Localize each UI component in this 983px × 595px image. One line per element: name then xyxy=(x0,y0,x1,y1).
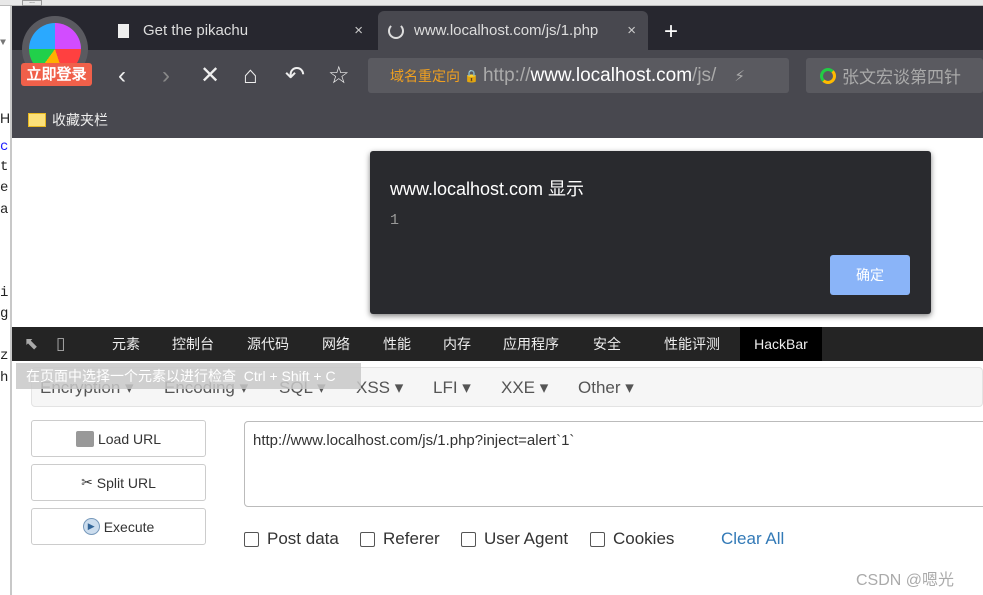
tab-get-the-pikachu[interactable]: Get the pikachu × xyxy=(118,11,373,50)
devtools-tab[interactable]: 控制台 xyxy=(172,327,214,361)
menu-other[interactable]: Other ▾ xyxy=(578,378,634,398)
tab-title: www.localhost.com/js/1.php xyxy=(414,22,599,39)
execute-button[interactable]: ▶ Execute xyxy=(31,508,206,545)
redirect-label: 域名重定向 xyxy=(390,67,460,84)
devtools-tab[interactable]: 元素 xyxy=(112,327,140,361)
loading-icon xyxy=(388,22,404,39)
inspect-element-icon[interactable]: ⬉ xyxy=(24,327,38,361)
bg-char: He xyxy=(0,110,11,126)
scissors-icon: ✂ xyxy=(81,474,93,490)
login-button[interactable]: 立即登录 xyxy=(21,63,92,86)
bg-char: i xyxy=(0,285,9,301)
forward-icon[interactable]: › xyxy=(162,62,170,90)
bg-char: ▼ xyxy=(0,38,7,49)
dialog-title: www.localhost.com 显示 xyxy=(390,179,585,199)
undo-icon[interactable]: ↶ xyxy=(285,62,305,90)
devtools-tab[interactable]: 性能 xyxy=(383,327,411,361)
devtools-tab[interactable]: 性能评测 xyxy=(664,327,720,361)
device-toggle-icon[interactable]: ▯ xyxy=(56,327,65,361)
inspect-tooltip: 在页面中选择一个元素以进行检查 Ctrl + Shift + C xyxy=(16,363,361,389)
document-icon xyxy=(118,23,129,38)
clear-all-link[interactable]: Clear All xyxy=(721,529,784,549)
devtools-tab[interactable]: 安全 xyxy=(593,327,621,361)
search-logo-icon xyxy=(820,67,836,84)
bookmarks-folder[interactable]: 收藏夹栏 xyxy=(28,110,108,130)
close-tab-icon[interactable]: × xyxy=(354,22,363,39)
menu-lfi[interactable]: LFI ▾ xyxy=(433,378,471,398)
alert-dialog: www.localhost.com 显示 1 确定 xyxy=(370,151,931,314)
new-tab-button[interactable]: + xyxy=(664,18,678,46)
load-icon xyxy=(75,430,94,447)
split-url-button[interactable]: ✂ Split URL xyxy=(31,464,206,501)
url-host: www.localhost.com xyxy=(530,64,693,86)
tab-title: Get the pikachu xyxy=(143,22,249,39)
menu-xxe[interactable]: XXE ▾ xyxy=(501,378,548,398)
ok-button[interactable]: 确定 xyxy=(830,255,910,295)
watermark: CSDN @嗯光 xyxy=(856,572,955,589)
back-icon[interactable]: ‹ xyxy=(118,62,126,90)
devtools-tab[interactable]: 内存 xyxy=(443,327,471,361)
bg-char: c xyxy=(0,139,9,155)
lightning-icon[interactable]: ⚡ xyxy=(734,67,745,85)
url-textarea[interactable]: http://www.localhost.com/js/1.php?inject… xyxy=(244,421,983,507)
close-tab-icon[interactable]: × xyxy=(627,22,636,39)
stop-icon[interactable]: ✕ xyxy=(200,62,220,90)
insecure-lock-icon: 🔒 xyxy=(464,68,479,83)
bg-char: e xyxy=(0,180,9,196)
dialog-message: 1 xyxy=(390,212,400,229)
bg-char: t xyxy=(0,159,9,175)
devtools-tab[interactable]: 源代码 xyxy=(247,327,289,361)
referer-checkbox[interactable]: Referer xyxy=(360,529,440,549)
bookmarks-bar xyxy=(12,102,983,138)
tab-localhost[interactable]: www.localhost.com/js/1.php × xyxy=(378,11,648,50)
user-agent-checkbox[interactable]: User Agent xyxy=(461,529,568,549)
devtools-tab-bar: ⬉ ▯ 元素 控制台 源代码 网络 性能 内存 应用程序 安全 性能评测 Hac… xyxy=(12,327,983,361)
devtools-tab[interactable]: 应用程序 xyxy=(503,327,559,361)
play-icon: ▶ xyxy=(82,518,100,535)
bg-char: g xyxy=(0,306,9,322)
post-data-checkbox[interactable]: Post data xyxy=(244,529,339,549)
folder-icon xyxy=(28,113,46,127)
folder-label: 收藏夹栏 xyxy=(52,112,108,128)
load-url-button[interactable]: Load URL xyxy=(31,420,206,457)
bg-char: a xyxy=(0,202,9,218)
background-window: ▼ He c t e a i g z h xyxy=(0,6,12,595)
cookies-checkbox[interactable]: Cookies xyxy=(590,529,674,549)
menu-xss[interactable]: XSS ▾ xyxy=(356,378,403,398)
bg-char: z xyxy=(0,348,9,364)
home-icon[interactable]: ⌂ xyxy=(243,62,258,90)
star-icon[interactable]: ☆ xyxy=(328,62,350,90)
url-scheme: http:// xyxy=(482,64,531,86)
search-placeholder: 张文宏谈第四针 xyxy=(842,68,961,87)
url-path: /js/ xyxy=(692,64,717,86)
devtools-tab-hackbar[interactable]: HackBar xyxy=(740,327,822,361)
bg-char: h xyxy=(0,370,9,386)
search-box[interactable]: 张文宏谈第四针 xyxy=(806,58,983,93)
devtools-tab[interactable]: 网络 xyxy=(322,327,350,361)
address-bar[interactable]: 域名重定向 🔒 http://www.localhost.com/js/ ⚡ xyxy=(368,58,789,93)
